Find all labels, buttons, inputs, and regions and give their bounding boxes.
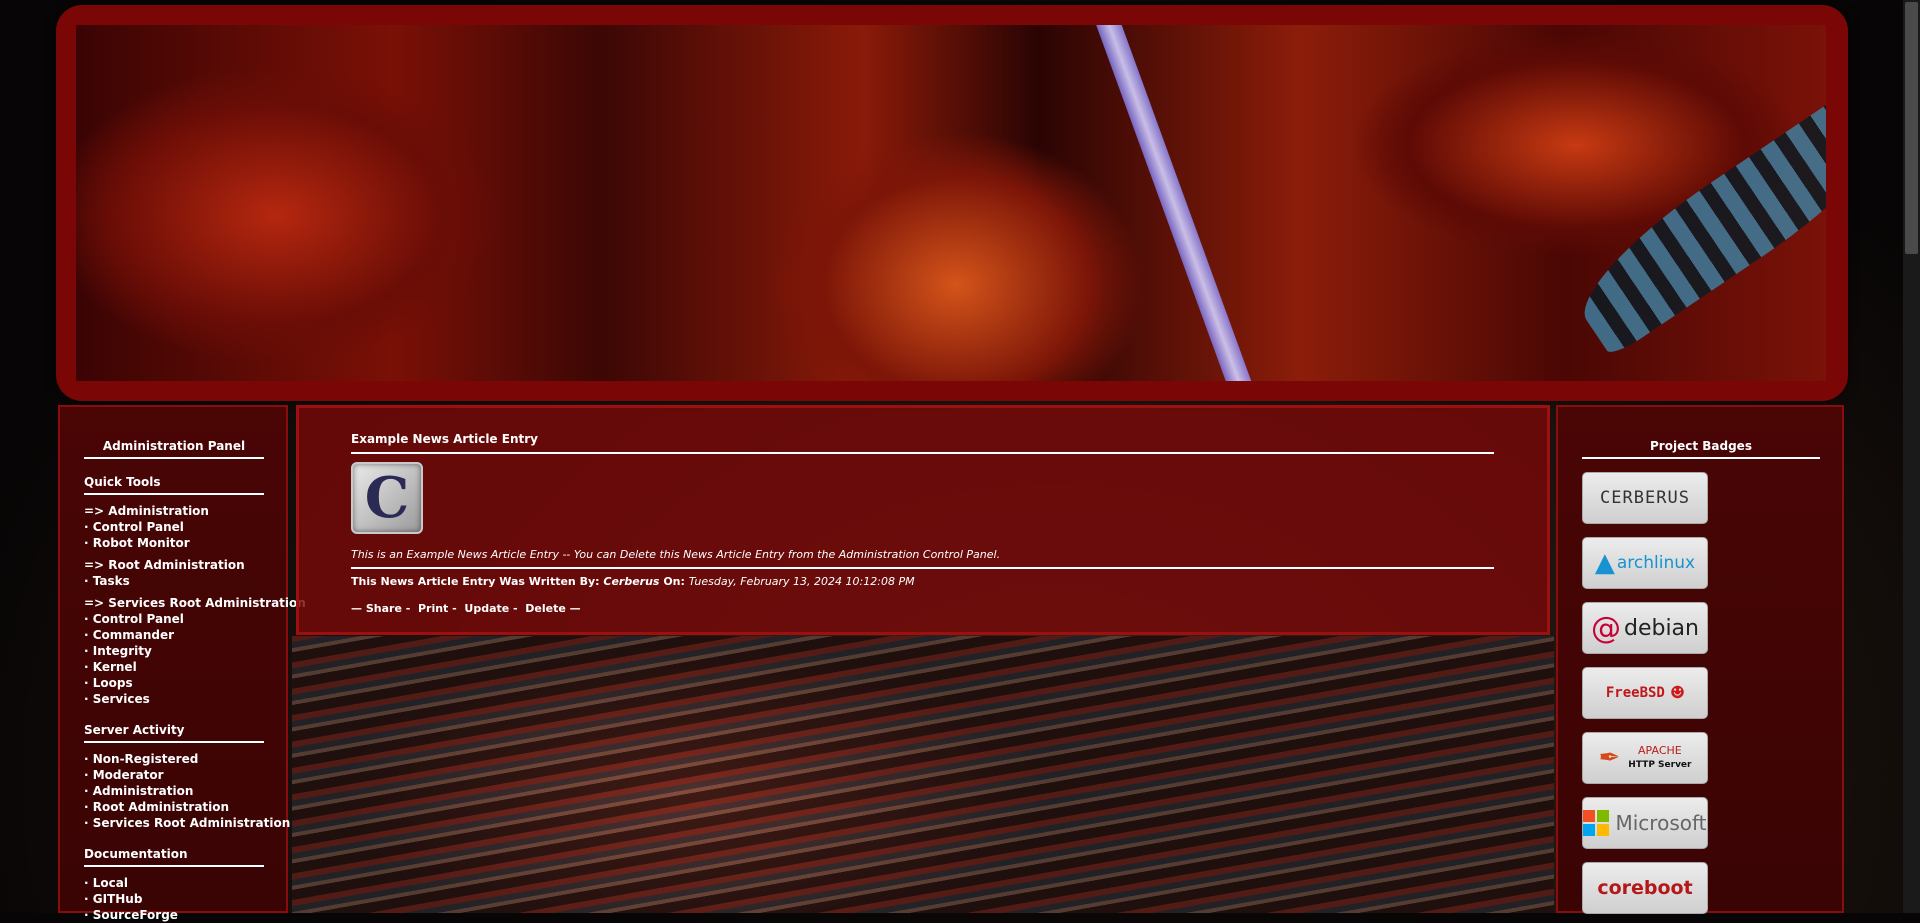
debian-swirl-icon: @ — [1590, 610, 1621, 646]
apache-badge[interactable]: ✒ APACHE HTTP Server — [1582, 732, 1708, 784]
article-title: Example News Article Entry — [351, 432, 1494, 454]
freebsd-devil-icon: ☻ — [1670, 680, 1685, 706]
nav-link[interactable]: · GITHub — [84, 891, 264, 907]
scrollbar-thumb[interactable] — [1905, 2, 1918, 254]
administration-panel-title: Administration Panel — [84, 439, 264, 459]
coreboot-badge[interactable]: coreboot — [1582, 862, 1708, 914]
article-actions: — Share - Print - Update - Delete — — [351, 602, 581, 615]
microsoft-badge[interactable]: Microsoft — [1582, 797, 1708, 849]
banner-light-beam — [1086, 25, 1253, 381]
nav-link[interactable]: · Non-Registered — [84, 751, 264, 767]
freebsd-badge[interactable]: FreeBSD ☻ — [1582, 667, 1708, 719]
nav-link[interactable]: => Administration — [84, 503, 264, 519]
section-heading: Quick Tools — [84, 475, 264, 495]
nav-link[interactable]: · Services — [84, 691, 264, 707]
microsoft-logo-icon — [1583, 810, 1610, 836]
nav-list: · Local · GITHub · SourceForge — [84, 875, 264, 923]
print-link[interactable]: Print — [418, 602, 448, 615]
nav-link[interactable]: · Control Panel — [84, 519, 264, 535]
nav-link[interactable]: · Commander — [84, 627, 264, 643]
on-label: On: — [663, 575, 685, 588]
nav-link[interactable]: · Tasks — [84, 573, 264, 589]
debian-badge[interactable]: @ debian — [1582, 602, 1708, 654]
banner-feather — [1561, 82, 1826, 358]
nav-link[interactable]: · Moderator — [84, 767, 264, 783]
nav-link[interactable]: · Services Root Administration — [84, 815, 290, 831]
apache-feather-icon: ✒ — [1598, 743, 1621, 773]
section-heading: Documentation — [84, 847, 264, 867]
cerberus-badge[interactable]: CERBERUS — [1582, 472, 1708, 524]
banner-image — [76, 25, 1826, 381]
nav-link[interactable]: => Services Root Administration — [84, 595, 306, 611]
archlinux-icon: ▲ — [1594, 548, 1615, 578]
site-logo-icon: C — [351, 462, 423, 534]
article-author[interactable]: Cerberus — [603, 575, 659, 588]
news-article: Example News Article Entry C This is an … — [296, 405, 1550, 635]
nav-link[interactable]: => Root Administration — [84, 557, 264, 573]
nav-link[interactable]: · Control Panel — [84, 611, 264, 627]
article-body: This is an Example News Article Entry --… — [351, 548, 1494, 569]
administration-panel: Administration Panel Quick Tools => Admin… — [58, 405, 306, 922]
nav-link[interactable]: · Robot Monitor — [84, 535, 264, 551]
section-heading: Server Activity — [84, 723, 264, 743]
background-artwork — [292, 636, 1554, 913]
vertical-scrollbar[interactable] — [1903, 0, 1920, 913]
delete-link[interactable]: Delete — [525, 602, 566, 615]
written-by-label: This News Article Entry Was Written By: — [351, 575, 600, 588]
nav-list: · Non-Registered · Moderator · Administrat… — [84, 751, 290, 831]
update-link[interactable]: Update — [464, 602, 509, 615]
nav-link[interactable]: · Loops — [84, 675, 264, 691]
nav-link[interactable]: · Integrity — [84, 643, 264, 659]
article-meta: This News Article Entry Was Written By: … — [351, 575, 1494, 588]
project-badges-panel: Project Badges CERBERUS ▲ archlinux @ de… — [1556, 405, 1844, 914]
archlinux-badge[interactable]: ▲ archlinux — [1582, 537, 1708, 589]
nav-link[interactable]: · Administration — [84, 783, 264, 799]
nav-link[interactable]: · Kernel — [84, 659, 264, 675]
article-date: Tuesday, February 13, 2024 10:12:08 PM — [688, 575, 915, 588]
nav-list: => Administration · Control Panel · Robot … — [84, 503, 306, 707]
nav-link[interactable]: · Root Administration — [84, 799, 264, 815]
project-badges-title: Project Badges — [1582, 439, 1820, 459]
nav-link[interactable]: · SourceForge — [84, 907, 264, 923]
header-banner — [56, 5, 1848, 401]
share-link[interactable]: Share — [366, 602, 402, 615]
nav-link[interactable]: · Local — [84, 875, 264, 891]
